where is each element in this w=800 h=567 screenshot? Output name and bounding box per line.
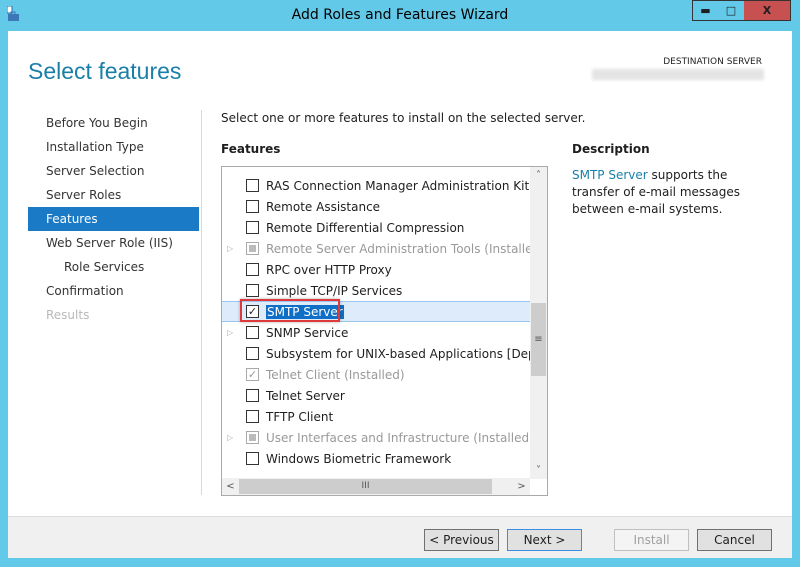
page-title: Select features — [28, 58, 182, 84]
feature-checkbox — [246, 242, 259, 255]
previous-button[interactable]: < Previous — [424, 529, 499, 551]
description-heading: Description — [572, 142, 650, 156]
vertical-scrollbar[interactable]: ˄ ≡ ˅ — [530, 167, 547, 479]
nav-item-features[interactable]: Features — [28, 207, 199, 231]
install-button: Install — [614, 529, 689, 551]
feature-checkbox: ✓ — [246, 368, 259, 381]
divider — [201, 110, 202, 495]
feature-checkbox[interactable] — [246, 347, 259, 360]
horizontal-scroll-thumb[interactable]: III — [239, 479, 492, 494]
destination-server-value-blurred — [592, 69, 764, 80]
feature-label: Subsystem for UNIX-based Applications [D… — [266, 346, 548, 361]
close-button[interactable]: X — [744, 0, 791, 21]
scroll-right-icon[interactable]: > — [513, 478, 530, 495]
feature-checkbox[interactable] — [246, 263, 259, 276]
vertical-scroll-thumb[interactable]: ≡ — [531, 303, 546, 376]
feature-label: Windows Biometric Framework — [266, 451, 452, 466]
feature-label: Simple TCP/IP Services — [266, 283, 403, 298]
feature-checkbox[interactable] — [246, 221, 259, 234]
feature-row[interactable]: ▷ SNMP Service — [222, 322, 530, 343]
feature-row[interactable]: RPC over HTTP Proxy — [222, 259, 530, 280]
cancel-button[interactable]: Cancel — [697, 529, 772, 551]
feature-checkbox[interactable] — [246, 389, 259, 402]
feature-checkbox[interactable] — [246, 284, 259, 297]
feature-row[interactable]: Remote Differential Compression — [222, 217, 530, 238]
window-title: Add Roles and Features Wizard — [291, 7, 509, 23]
horizontal-scrollbar[interactable]: < III > — [222, 478, 530, 495]
next-button[interactable]: Next > — [507, 529, 582, 551]
expand-arrow-icon[interactable]: ▷ — [227, 244, 233, 253]
feature-row[interactable]: ✓ Telnet Client (Installed) — [222, 364, 530, 385]
nav-item-role-services[interactable]: Role Services — [28, 255, 199, 279]
title-bar: Add Roles and Features Wizard ▬ □ X — [0, 0, 800, 31]
nav-item-web-server-role-iis[interactable]: Web Server Role (IIS) — [28, 231, 199, 255]
nav-item-before-you-begin[interactable]: Before You Begin — [28, 111, 199, 135]
feature-row[interactable]: ▷ User Interfaces and Infrastructure (Ins… — [222, 427, 534, 448]
scroll-down-icon[interactable]: ˅ — [530, 462, 547, 479]
wizard-body: Select features DESTINATION SERVER Befor… — [8, 31, 792, 558]
nav-item-installation-type[interactable]: Installation Type — [28, 135, 199, 159]
feature-checkbox[interactable] — [246, 179, 259, 192]
feature-label: Telnet Server — [266, 388, 345, 403]
nav-item-confirmation[interactable]: Confirmation — [28, 279, 199, 303]
feature-label: Remote Differential Compression — [266, 220, 465, 235]
feature-checkbox — [246, 431, 259, 444]
feature-row[interactable]: RAS Connection Manager Administration Ki… — [222, 175, 547, 196]
features-heading: Features — [221, 142, 281, 156]
feature-checkbox[interactable] — [246, 326, 259, 339]
feature-row[interactable]: Windows Biometric Framework — [222, 448, 530, 469]
feature-checkbox[interactable] — [246, 410, 259, 423]
feature-label: RPC over HTTP Proxy — [266, 262, 392, 277]
feature-row[interactable]: ✓ SMTP Server — [222, 299, 530, 322]
feature-label: Telnet Client (Installed) — [266, 367, 405, 382]
feature-label: User Interfaces and Infrastructure (Inst… — [266, 430, 534, 445]
expand-arrow-icon[interactable]: ▷ — [227, 328, 233, 337]
feature-label: SNMP Service — [266, 325, 349, 340]
nav-item-server-roles[interactable]: Server Roles — [28, 183, 199, 207]
feature-row[interactable]: ▷ Remote Server Administration Tools (Ins… — [222, 238, 545, 259]
feature-row[interactable]: Telnet Server — [222, 385, 530, 406]
instruction-text: Select one or more features to install o… — [221, 111, 586, 125]
feature-label: RAS Connection Manager Administration Ki… — [266, 178, 548, 193]
feature-label: Remote Server Administration Tools (Inst… — [266, 241, 545, 256]
minimize-button[interactable]: ▬ — [692, 0, 719, 21]
feature-checkbox[interactable] — [246, 452, 259, 465]
feature-row[interactable]: Subsystem for UNIX-based Applications [D… — [222, 343, 547, 364]
maximize-button[interactable]: □ — [718, 0, 745, 21]
wizard-footer: < Previous Next > Install Cancel — [8, 516, 792, 558]
wizard-nav: Before You Begin Installation Type Server … — [28, 111, 199, 327]
highlight-annotation — [240, 299, 340, 322]
feature-row[interactable]: Simple TCP/IP Services — [222, 280, 530, 301]
scroll-left-icon[interactable]: < — [222, 478, 239, 495]
nav-item-server-selection[interactable]: Server Selection — [28, 159, 199, 183]
nav-item-results: Results — [46, 308, 90, 322]
scroll-up-icon[interactable]: ˄ — [530, 167, 547, 184]
description-link[interactable]: SMTP Server — [572, 168, 648, 182]
feature-checkbox[interactable] — [246, 200, 259, 213]
feature-label: TFTP Client — [266, 409, 334, 424]
feature-row[interactable]: Remote Assistance — [222, 196, 530, 217]
feature-row[interactable]: TFTP Client — [222, 406, 530, 427]
description-text: SMTP Server supports the transfer of e-m… — [572, 167, 777, 218]
features-tree[interactable]: RAS Connection Manager Administration Ki… — [221, 166, 548, 496]
destination-server-label: DESTINATION SERVER — [663, 57, 762, 67]
expand-arrow-icon[interactable]: ▷ — [227, 433, 233, 442]
feature-label: Remote Assistance — [266, 199, 381, 214]
